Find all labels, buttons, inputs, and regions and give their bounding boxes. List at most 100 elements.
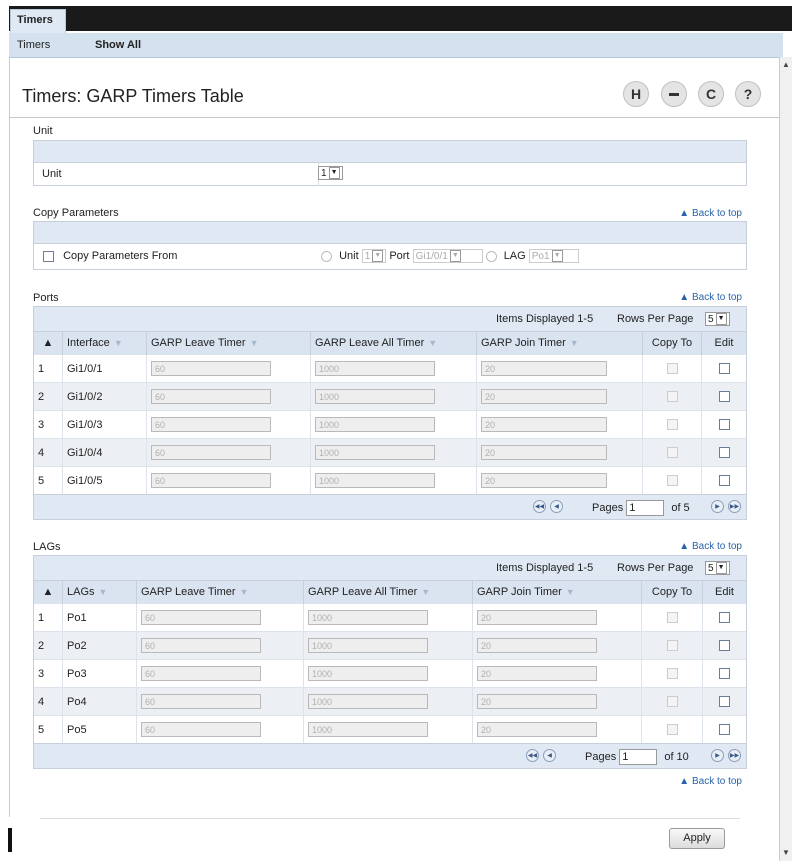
edit-checkbox[interactable] <box>718 419 730 431</box>
scroll-up-icon[interactable]: ▲ <box>780 59 792 71</box>
lags-table: ▲ LAGs ▼ GARP Leave Timer ▼ GARP Leave All… <box>34 581 746 743</box>
scroll-down-icon[interactable]: ▼ <box>780 847 792 859</box>
content-left-border <box>9 57 10 817</box>
sort-icon: ▼ <box>249 338 259 348</box>
prev-page-icon[interactable]: ◀ <box>543 749 556 762</box>
first-page-icon[interactable]: ◀◀ <box>526 749 539 762</box>
next-page-icon[interactable]: ▶ <box>711 500 724 513</box>
lags-pagination: ◀◀ ◀ Pages 1 of 10 ▶ ▶▶ <box>34 743 746 768</box>
ports-rows-per-page-select[interactable]: 5 ▼ <box>705 312 730 326</box>
garp-leave-all-input: 1000 <box>315 417 435 432</box>
garp-leave-input: 60 <box>151 361 271 376</box>
lag-radio[interactable] <box>485 250 497 262</box>
first-page-icon[interactable]: ◀◀ <box>533 500 546 513</box>
save-icon[interactable]: H <box>623 81 649 107</box>
col-interface[interactable]: Interface ▼ <box>62 332 147 355</box>
row-number: 1 <box>34 603 63 632</box>
edit-checkbox[interactable] <box>719 668 730 680</box>
ports-table-toolbar: Items Displayed 1-5 Rows Per Page 5 ▼ <box>34 307 746 332</box>
ports-table-box: Items Displayed 1-5 Rows Per Page 5 ▼ ▲ I… <box>33 306 747 520</box>
garp-join-input: 20 <box>477 722 597 737</box>
lags-header-row: ▲ LAGs ▼ GARP Leave Timer ▼ GARP Leave All… <box>34 581 746 604</box>
vertical-scrollbar[interactable]: ▲ ▼ <box>779 57 792 861</box>
edit-checkbox[interactable] <box>719 696 730 708</box>
apply-button[interactable]: Apply <box>669 828 725 849</box>
unit-select[interactable]: 1 ▼ <box>318 166 343 180</box>
row-number: 3 <box>34 410 63 439</box>
copy-port-select[interactable]: Gi1/0/1 ▼ <box>412 249 483 263</box>
copy-lag-select[interactable]: Po1 ▼ <box>528 249 579 263</box>
chevron-down-icon: ▼ <box>372 250 384 263</box>
edit-checkbox[interactable] <box>718 475 730 487</box>
garp-leave-input: 60 <box>141 638 261 653</box>
help-icon[interactable]: ? <box>735 81 761 107</box>
col-garp-join[interactable]: GARP Join Timer ▼ <box>472 581 642 604</box>
col-interface-label: Interface <box>67 337 110 349</box>
page-count-label: of 5 <box>671 501 690 514</box>
unit-box: Unit 1 ▼ <box>33 140 747 186</box>
unit-box-header <box>34 141 746 163</box>
row-number: 2 <box>34 382 63 411</box>
col-lags[interactable]: LAGs ▼ <box>62 581 137 604</box>
lag-cell: Po3 <box>62 659 137 688</box>
garp-leave-all-input: 1000 <box>308 666 428 681</box>
sort-icon: ▼ <box>421 587 431 597</box>
lags-rows-per-page-select[interactable]: 5 ▼ <box>705 561 730 575</box>
garp-leave-input: 60 <box>151 473 271 488</box>
copy-to-checkbox <box>666 475 678 487</box>
garp-leave-all-input: 1000 <box>308 610 428 625</box>
row-number: 1 <box>34 354 63 383</box>
refresh-icon[interactable]: C <box>698 81 724 107</box>
copy-to-checkbox <box>666 696 678 708</box>
table-row: 4 Gi1/0/4 60 1000 20 <box>34 438 746 467</box>
garp-leave-input: 60 <box>141 694 261 709</box>
back-to-top-link[interactable]: ▲ Back to top <box>679 541 742 552</box>
back-to-top-link[interactable]: ▲ Back to top <box>679 776 742 787</box>
col-lags-label: LAGs <box>67 586 95 598</box>
subnav-timers-link[interactable]: Timers <box>17 39 50 51</box>
subnav-show-all-link[interactable]: Show All <box>95 39 141 51</box>
sort-up-icon[interactable]: ▲ <box>34 581 63 604</box>
last-page-icon[interactable]: ▶▶ <box>728 500 741 513</box>
garp-leave-input: 60 <box>151 389 271 404</box>
garp-join-input: 20 <box>481 361 607 376</box>
table-row: 5 Gi1/0/5 60 1000 20 <box>34 466 746 494</box>
copy-params-checkbox[interactable] <box>43 250 54 262</box>
last-page-icon[interactable]: ▶▶ <box>728 749 741 762</box>
garp-leave-input: 60 <box>141 722 261 737</box>
back-to-top-link[interactable]: ▲ Back to top <box>679 208 742 219</box>
lag-cell: Po1 <box>62 603 137 632</box>
col-garp-leave[interactable]: GARP Leave Timer ▼ <box>146 332 311 355</box>
garp-leave-all-input: 1000 <box>315 473 435 488</box>
copy-to-checkbox <box>666 447 678 459</box>
next-page-icon[interactable]: ▶ <box>711 749 724 762</box>
table-row: 1 Gi1/0/1 60 1000 20 <box>34 354 746 383</box>
edit-checkbox[interactable] <box>719 724 730 736</box>
table-row: 3 Gi1/0/3 60 1000 20 <box>34 410 746 439</box>
edit-checkbox[interactable] <box>719 612 730 624</box>
edit-checkbox[interactable] <box>718 363 730 375</box>
ports-rows-per-page-label: Rows Per Page <box>617 313 694 325</box>
col-garp-leave-all[interactable]: GARP Leave All Timer ▼ <box>303 581 473 604</box>
copy-unit-select[interactable]: 1 ▼ <box>361 249 387 263</box>
sort-icon: ▼ <box>428 338 438 348</box>
unit-field-label: Unit <box>42 168 62 180</box>
chevron-down-icon: ▼ <box>449 250 461 263</box>
col-garp-leave-all[interactable]: GARP Leave All Timer ▼ <box>310 332 477 355</box>
edit-checkbox[interactable] <box>719 640 730 652</box>
col-garp-leave[interactable]: GARP Leave Timer ▼ <box>136 581 304 604</box>
back-to-top-link[interactable]: ▲ Back to top <box>679 292 742 303</box>
print-icon[interactable]: ▬ <box>661 81 687 107</box>
lag-cell: Po5 <box>62 715 137 743</box>
unit-port-radio[interactable] <box>321 250 332 262</box>
col-garp-join[interactable]: GARP Join Timer ▼ <box>476 332 643 355</box>
page-number-input[interactable]: 1 <box>626 500 665 516</box>
tab-timers[interactable]: Timers <box>10 9 66 33</box>
page-number-input[interactable]: 1 <box>619 749 658 765</box>
interface-cell: Gi1/0/4 <box>62 438 147 467</box>
edit-checkbox[interactable] <box>718 391 730 403</box>
sort-up-icon[interactable]: ▲ <box>34 332 63 355</box>
edit-checkbox[interactable] <box>718 447 730 459</box>
row-number: 4 <box>34 438 63 467</box>
prev-page-icon[interactable]: ◀ <box>550 500 563 513</box>
